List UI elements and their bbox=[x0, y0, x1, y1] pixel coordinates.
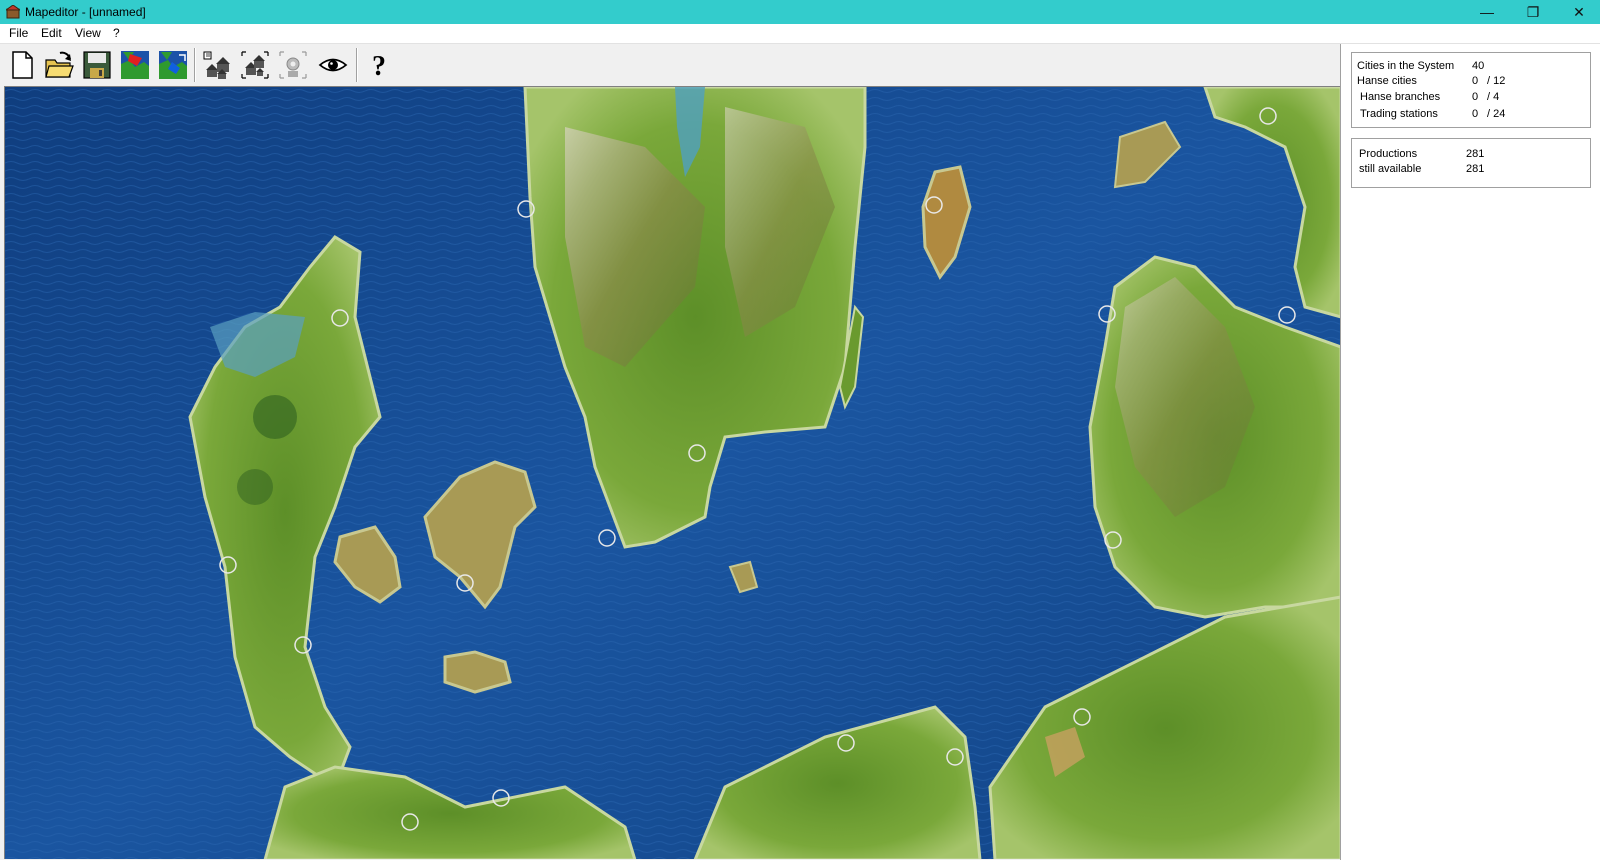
move-city-icon bbox=[240, 51, 269, 79]
map-blue-icon bbox=[158, 51, 187, 79]
trading-stations-label: Trading stations bbox=[1360, 108, 1438, 120]
restore-button[interactable]: ❐ bbox=[1510, 0, 1556, 24]
cities-value: 40 bbox=[1472, 60, 1485, 72]
hanse-branches-label: Hanse branches bbox=[1360, 91, 1441, 103]
toolbar-separator bbox=[356, 48, 358, 82]
save-file-button[interactable] bbox=[80, 49, 113, 81]
menu-view[interactable]: View bbox=[73, 26, 103, 40]
menu-edit[interactable]: Edit bbox=[39, 26, 64, 40]
hanse-cities-label: Hanse cities bbox=[1357, 75, 1417, 87]
close-button[interactable]: ✕ bbox=[1556, 0, 1600, 24]
open-file-button[interactable] bbox=[42, 49, 75, 81]
save-disk-icon bbox=[82, 51, 111, 79]
hanse-branches-value: 0 bbox=[1472, 91, 1479, 103]
open-folder-icon bbox=[44, 51, 74, 78]
place-city-button[interactable] bbox=[200, 49, 233, 81]
window-title: Mapeditor - [unnamed] bbox=[25, 5, 146, 19]
productions-group: Productions 281 still available 281 bbox=[1351, 138, 1591, 188]
productions-value: 281 bbox=[1466, 148, 1485, 160]
productions-label: Productions bbox=[1359, 148, 1418, 160]
hanse-cities-value: 0 bbox=[1472, 75, 1479, 87]
place-city-icon bbox=[203, 51, 230, 79]
menu-bar: File Edit View ? bbox=[0, 24, 1600, 44]
map-canvas[interactable] bbox=[4, 86, 1340, 859]
menu-help[interactable]: ? bbox=[111, 26, 122, 40]
toolbar: ? bbox=[0, 44, 1340, 86]
toolbar-separator bbox=[194, 48, 196, 82]
menu-file[interactable]: File bbox=[7, 26, 30, 40]
help-icon: ? bbox=[372, 51, 386, 80]
trading-stations-max: / 24 bbox=[1487, 108, 1506, 120]
map-tool-blue-button[interactable] bbox=[156, 49, 189, 81]
city-settings-icon bbox=[278, 51, 307, 79]
info-panel: Cities in the System 40 Hanse cities 0 /… bbox=[1340, 44, 1600, 860]
svg-text:?: ? bbox=[372, 51, 386, 80]
available-value: 281 bbox=[1466, 163, 1485, 175]
hanse-cities-max: / 12 bbox=[1487, 75, 1506, 87]
new-file-button[interactable] bbox=[5, 49, 38, 81]
hanse-branches-max: / 4 bbox=[1487, 91, 1500, 103]
cities-statistics-group: Cities in the System 40 Hanse cities 0 /… bbox=[1351, 52, 1591, 128]
minimize-button[interactable]: — bbox=[1464, 0, 1510, 24]
city-settings-button[interactable] bbox=[276, 49, 309, 81]
trading-stations-value: 0 bbox=[1472, 108, 1479, 120]
move-city-button[interactable] bbox=[238, 49, 271, 81]
view-button[interactable] bbox=[316, 49, 349, 81]
map-red-icon bbox=[120, 51, 149, 79]
help-button[interactable]: ? bbox=[362, 49, 395, 81]
app-icon bbox=[6, 5, 20, 19]
map-tool-red-button[interactable] bbox=[118, 49, 151, 81]
available-label: still available bbox=[1359, 163, 1422, 175]
eye-view-icon bbox=[318, 58, 347, 72]
title-bar: Mapeditor - [unnamed] — ❐ ✕ bbox=[0, 0, 1600, 24]
cities-label: Cities in the System bbox=[1357, 60, 1455, 72]
new-file-icon bbox=[11, 51, 33, 79]
map-image[interactable] bbox=[5, 87, 1340, 859]
